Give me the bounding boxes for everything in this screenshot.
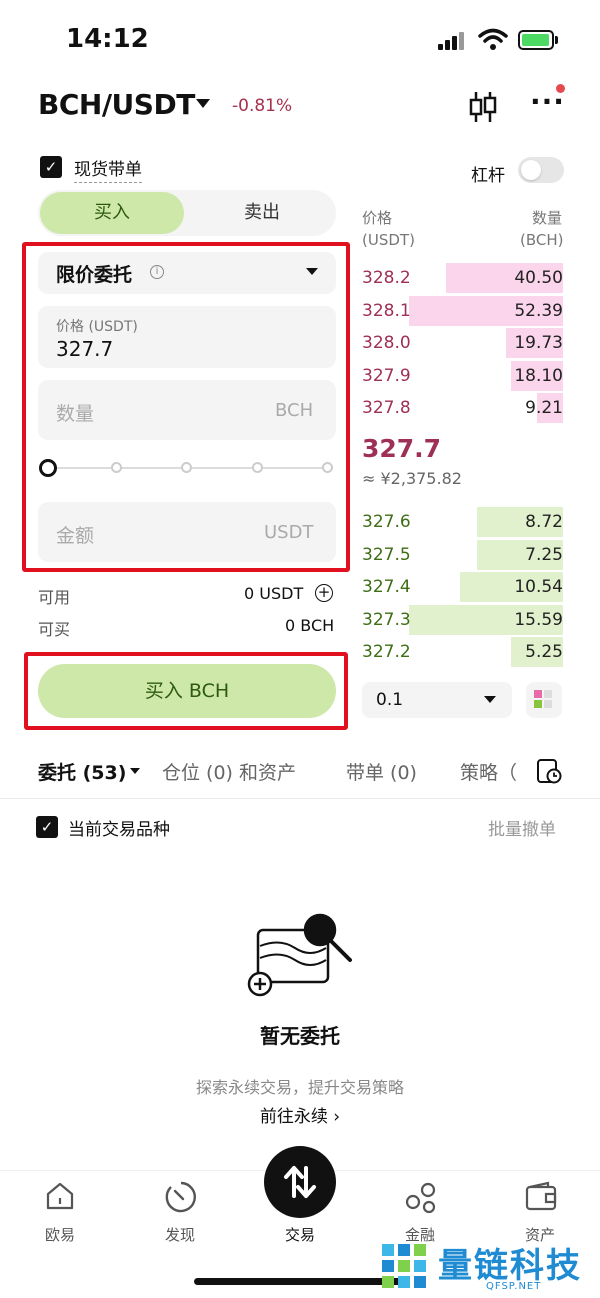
add-funds-icon[interactable]: + [315, 584, 333, 602]
tab-buy[interactable]: 买入 [40, 192, 184, 234]
trade-swap-icon [284, 1166, 316, 1198]
chevron-down-icon[interactable] [130, 768, 140, 774]
ob-price-header: 价格 [362, 209, 393, 227]
chevron-down-icon[interactable] [484, 696, 496, 703]
go-to-perpetual-link[interactable]: 前往永续 › [0, 1102, 600, 1127]
ask-quantity: 52.39 [514, 300, 563, 321]
empty-subtitle: 探索永续交易，提升交易策略 [195, 1078, 404, 1097]
ask-price[interactable]: 328.2 [362, 268, 411, 288]
status-time: 14:12 [66, 24, 149, 54]
bid-row[interactable]: 327.5 7.25 [362, 539, 563, 570]
bid-quantity: 8.72 [525, 512, 563, 532]
discover-icon [165, 1181, 196, 1213]
can-buy-value: 0 BCH [285, 616, 335, 635]
available-label: 可用 [38, 588, 71, 607]
home-indicator [194, 1278, 406, 1285]
bid-price[interactable]: 327.6 [362, 512, 411, 532]
bid-quantity: 7.25 [525, 544, 563, 565]
notification-dot [556, 84, 565, 93]
last-price-cny: ≈ ¥2,375.82 [362, 469, 462, 488]
leverage-toggle[interactable] [518, 157, 564, 183]
watermark-subtext: QFSP.NET [486, 1281, 542, 1292]
watermark-text: 量链科技 [438, 1246, 582, 1286]
leverage-label: 杠杆 [471, 166, 505, 186]
ob-qty-header: 数量 [532, 209, 563, 227]
ask-price[interactable]: 327.8 [362, 398, 411, 418]
ask-row[interactable]: 328.1 52.39 [362, 295, 563, 326]
ask-quantity: 9.21 [525, 398, 563, 418]
last-price[interactable]: 327.7 [362, 434, 441, 463]
highlight-box-buy-button [24, 652, 348, 730]
bid-quantity: 5.25 [525, 642, 563, 662]
bid-quantity: 10.54 [514, 577, 563, 597]
bid-quantity: 15.59 [514, 609, 563, 630]
more-icon[interactable]: ··· [530, 88, 564, 116]
depth-precision-value[interactable]: 0.1 [376, 690, 403, 710]
batch-cancel-button[interactable]: 批量撤单 [488, 815, 556, 840]
pair-selector[interactable]: BCH/USDT [38, 88, 195, 121]
finance-icon [405, 1182, 436, 1214]
wifi-icon [478, 28, 508, 50]
battery-icon [518, 30, 554, 50]
ask-row[interactable]: 327.8 9.21 [362, 393, 563, 423]
empty-orders-icon [247, 913, 352, 997]
bid-row[interactable]: 327.3 15.59 [362, 604, 563, 635]
ask-price[interactable]: 327.9 [362, 366, 411, 386]
bid-price[interactable]: 327.2 [362, 642, 411, 662]
bid-row[interactable]: 327.6 8.72 [362, 507, 563, 537]
chevron-down-icon[interactable] [196, 99, 210, 108]
nav-trade-button[interactable] [264, 1146, 336, 1218]
orderbook-layout-icon[interactable] [526, 682, 562, 718]
ask-quantity: 18.10 [514, 365, 563, 386]
watermark-logo [382, 1244, 426, 1288]
ask-row[interactable]: 327.9 18.10 [362, 360, 563, 391]
bid-price[interactable]: 327.3 [362, 610, 411, 630]
ob-qty-unit: (BCH) [520, 231, 564, 249]
nav-trade-label: 交易 [284, 1226, 315, 1244]
can-buy-label: 可买 [38, 620, 71, 639]
highlight-box-order-form [22, 242, 350, 572]
tab-orders[interactable]: 委托 (53) [38, 758, 126, 785]
ask-quantity: 40.50 [514, 268, 563, 288]
ask-row[interactable]: 328.0 19.73 [362, 328, 563, 358]
nav-home-label: 欧易 [44, 1226, 75, 1244]
tab-positions-assets[interactable]: 仓位 (0) 和资产 [162, 758, 296, 785]
ask-quantity: 19.73 [514, 333, 563, 353]
ask-row[interactable]: 328.2 40.50 [362, 263, 563, 293]
ob-price-unit: (USDT) [362, 231, 415, 249]
current-pair-label[interactable]: 当前交易品种 [68, 815, 170, 840]
empty-title: 暂无委托 [260, 1024, 340, 1048]
wallet-icon [525, 1181, 557, 1211]
cellular-signal-icon [438, 30, 468, 50]
ask-price[interactable]: 328.1 [362, 301, 411, 321]
bid-price[interactable]: 327.4 [362, 577, 411, 597]
tab-copy-orders[interactable]: 带单 (0) [346, 758, 417, 785]
order-history-icon[interactable] [536, 758, 562, 784]
candlestick-chart-icon[interactable] [468, 90, 498, 124]
bid-row[interactable]: 327.4 10.54 [362, 572, 563, 602]
tab-sell[interactable]: 卖出 [190, 192, 334, 234]
tab-strategies[interactable]: 策略（ [460, 758, 520, 785]
home-icon [46, 1182, 74, 1210]
battery-tip [555, 36, 558, 44]
spot-with-order-checkbox[interactable]: ✓ [40, 156, 62, 178]
spot-with-order-label[interactable]: 现货带单 [74, 155, 142, 183]
ask-price[interactable]: 328.0 [362, 333, 411, 353]
current-pair-checkbox[interactable]: ✓ [36, 816, 58, 838]
nav-discover-label: 发现 [164, 1226, 195, 1244]
bid-row[interactable]: 327.2 5.25 [362, 637, 563, 667]
price-change: -0.81% [232, 96, 293, 116]
available-value: 0 USDT [244, 584, 304, 603]
bid-price[interactable]: 327.5 [362, 545, 411, 565]
divider [0, 798, 600, 799]
